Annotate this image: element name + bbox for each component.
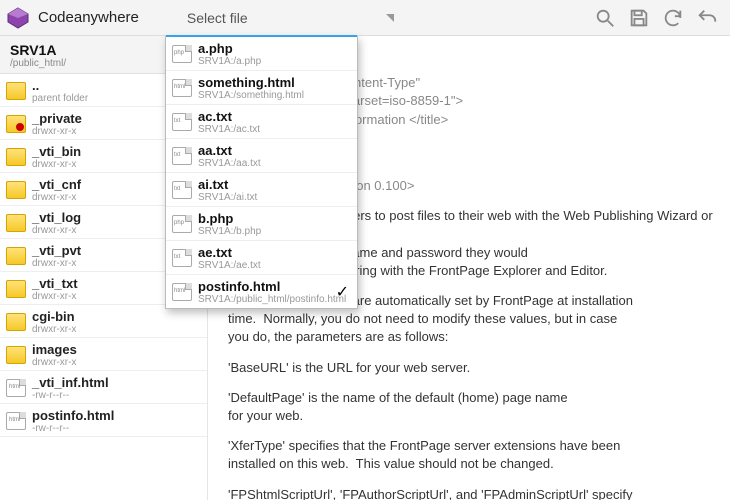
- code-paragraph: 'DefaultPage' is the name of the default…: [228, 389, 716, 425]
- file-icon: html: [172, 283, 192, 301]
- file-icon: html: [172, 79, 192, 97]
- save-icon[interactable]: [622, 1, 656, 35]
- dropdown-file-name: something.html: [198, 75, 304, 90]
- refresh-icon[interactable]: [656, 1, 690, 35]
- tree-item-name: _vti_inf.html: [32, 375, 109, 390]
- dropdown-file-path: SRV1A:/something.html: [198, 90, 304, 101]
- dropdown-file-name: ac.txt: [198, 109, 260, 124]
- folder-icon: [6, 148, 26, 166]
- file-icon: php: [172, 45, 192, 63]
- tree-item-name: _vti_pvt: [32, 243, 81, 258]
- tree-item-name: _private: [32, 111, 82, 126]
- folder-icon: [6, 346, 26, 364]
- tree-item-perm: drwxr-xr-x: [32, 225, 81, 236]
- tree-item[interactable]: cgi-bindrwxr-xr-x: [0, 305, 207, 338]
- dropdown-item[interactable]: txt ac.txtSRV1A:/ac.txt: [166, 105, 357, 139]
- dropdown-file-path: SRV1A:/ai.txt: [198, 192, 257, 203]
- tree-item-name: images: [32, 342, 77, 357]
- dropdown-item[interactable]: txt aa.txtSRV1A:/aa.txt: [166, 139, 357, 173]
- app-logo-icon: [6, 6, 30, 30]
- file-icon: [6, 379, 26, 397]
- spinner-dropdown-indicator-icon: [386, 14, 394, 22]
- search-icon[interactable]: [588, 1, 622, 35]
- dropdown-item[interactable]: html something.htmlSRV1A:/something.html: [166, 71, 357, 105]
- tree-item[interactable]: postinfo.html-rw-r--r--: [0, 404, 207, 437]
- tree-item[interactable]: imagesdrwxr-xr-x: [0, 338, 207, 371]
- file-icon: txt: [172, 249, 192, 267]
- tree-item[interactable]: _vti_inf.html-rw-r--r--: [0, 371, 207, 404]
- code-paragraph: 'FPShtmlScriptUrl', 'FPAuthorScriptUrl',…: [228, 486, 716, 500]
- file-icon: txt: [172, 147, 192, 165]
- tree-item-perm: drwxr-xr-x: [32, 324, 76, 335]
- dropdown-file-name: postinfo.html: [198, 279, 346, 294]
- tree-item-name: _vti_log: [32, 210, 81, 225]
- tree-item-perm: drwxr-xr-x: [32, 159, 81, 170]
- toolbar: Codeanywhere Select file: [0, 0, 730, 36]
- select-file-spinner[interactable]: Select file: [179, 6, 256, 30]
- tree-item-perm: parent folder: [32, 93, 88, 104]
- dropdown-file-path: SRV1A:/ae.txt: [198, 260, 261, 271]
- tree-item-perm: -rw-r--r--: [32, 390, 109, 401]
- tree-item-name: _vti_cnf: [32, 177, 81, 192]
- folder-icon: [6, 247, 26, 265]
- tree-item-name: _vti_txt: [32, 276, 78, 291]
- tree-item-perm: drwxr-xr-x: [32, 192, 81, 203]
- dropdown-file-path: SRV1A:/aa.txt: [198, 158, 261, 169]
- dropdown-file-name: a.php: [198, 41, 261, 56]
- tree-item-perm: drwxr-xr-x: [32, 258, 81, 269]
- folder-icon: [6, 280, 26, 298]
- tree-item-name: cgi-bin: [32, 309, 76, 324]
- file-icon: [6, 412, 26, 430]
- app-title: Codeanywhere: [38, 9, 139, 26]
- file-icon: txt: [172, 113, 192, 131]
- tree-item-name: _vti_bin: [32, 144, 81, 159]
- open-files-dropdown[interactable]: phpa.phpSRV1A:/a.phphtmlsomething.htmlSR…: [165, 36, 358, 309]
- folder-icon: [6, 82, 26, 100]
- code-paragraph: 'BaseURL' is the URL for your web server…: [228, 359, 716, 377]
- dropdown-item[interactable]: html postinfo.htmlSRV1A:/public_html/post…: [166, 275, 357, 308]
- tree-item-name: postinfo.html: [32, 408, 114, 423]
- dropdown-file-path: SRV1A:/public_html/postinfo.html: [198, 294, 346, 305]
- undo-icon[interactable]: [690, 1, 724, 35]
- dropdown-item[interactable]: php b.phpSRV1A:/b.php: [166, 207, 357, 241]
- dropdown-file-name: b.php: [198, 211, 261, 226]
- dropdown-file-path: SRV1A:/a.php: [198, 56, 261, 67]
- tree-item-name: ..: [32, 78, 88, 93]
- folder-icon: [6, 313, 26, 331]
- dropdown-file-path: SRV1A:/b.php: [198, 226, 261, 237]
- folder-icon: [6, 115, 26, 133]
- dropdown-item[interactable]: php a.phpSRV1A:/a.php: [166, 37, 357, 71]
- tree-item-perm: drwxr-xr-x: [32, 126, 82, 137]
- dropdown-file-path: SRV1A:/ac.txt: [198, 124, 260, 135]
- code-paragraph: 'XferType' specifies that the FrontPage …: [228, 437, 716, 473]
- tree-item-perm: drwxr-xr-x: [32, 291, 78, 302]
- folder-icon: [6, 214, 26, 232]
- dropdown-item[interactable]: txt ae.txtSRV1A:/ae.txt: [166, 241, 357, 275]
- file-icon: txt: [172, 181, 192, 199]
- tree-item-perm: -rw-r--r--: [32, 423, 114, 434]
- dropdown-file-name: ae.txt: [198, 245, 261, 260]
- dropdown-file-name: aa.txt: [198, 143, 261, 158]
- folder-icon: [6, 181, 26, 199]
- dropdown-item[interactable]: txt ai.txtSRV1A:/ai.txt: [166, 173, 357, 207]
- file-icon: php: [172, 215, 192, 233]
- checkmark-icon: ✓: [336, 282, 349, 302]
- dropdown-file-name: ai.txt: [198, 177, 257, 192]
- tree-item-perm: drwxr-xr-x: [32, 357, 77, 368]
